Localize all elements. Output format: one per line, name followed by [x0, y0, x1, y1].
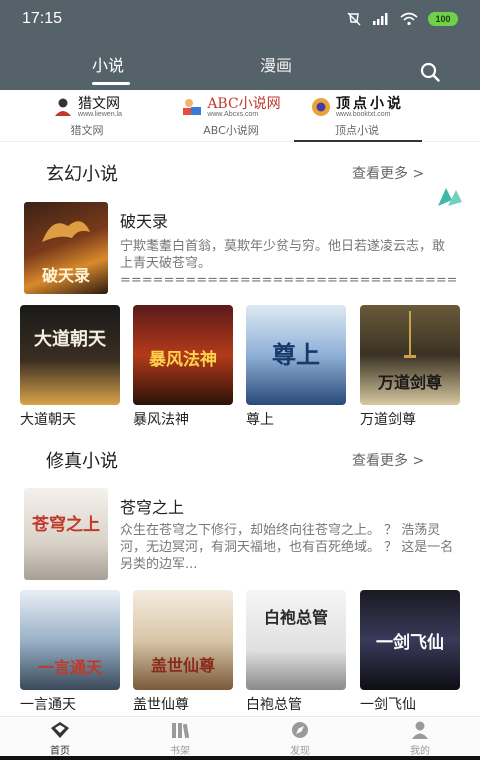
source-logo-abc: ABC小说网 www.Abcxs.com	[166, 94, 296, 120]
more-link-xiuzhen[interactable]: 查看更多 >	[352, 450, 424, 470]
source-label: 猎文网	[70, 124, 104, 137]
source-abc[interactable]: ABC小说网 www.Abcxs.com ABC小说网	[166, 94, 296, 140]
dingdian-logo-icon	[312, 98, 330, 116]
bookshelf-icon	[150, 719, 210, 741]
book-card[interactable]: 一言通天 一言通天	[20, 590, 120, 714]
featured-cover[interactable]: 苍穹之上	[24, 488, 108, 580]
search-icon[interactable]	[418, 60, 442, 84]
source-label: ABC小说网	[203, 124, 259, 137]
book-title: 盖世仙尊	[133, 697, 189, 713]
book-card[interactable]: 尊上 尊上	[246, 305, 346, 429]
mute-icon	[346, 11, 362, 27]
section-title-xiuzhen: 修真小说	[46, 451, 118, 472]
sword-icon	[404, 311, 416, 371]
nav-home[interactable]: 首页	[30, 719, 90, 757]
featured-cover[interactable]: 破天录	[24, 202, 108, 294]
book-card[interactable]: 一剑飞仙 一剑飞仙	[360, 590, 460, 714]
featured-description: 众生在苍穹之下修行，却始终向往苍穹之上。 ？ 浩荡灵河，无边冥河，有洞天福地，也…	[120, 523, 454, 572]
tab-comic[interactable]: 漫画	[260, 52, 292, 76]
book-cover: 盖世仙尊	[133, 590, 233, 690]
featured-title[interactable]: 破天录	[120, 208, 168, 232]
book-title: 尊上	[246, 412, 274, 428]
book-title: 暴风法神	[133, 412, 189, 428]
source-list: 猎文网 www.liewen.la 猎文网 ABC小说网 www.Abcxs.c…	[0, 90, 480, 206]
book-title: 一言通天	[20, 697, 76, 713]
book-card[interactable]: 盖世仙尊 盖世仙尊	[133, 590, 233, 714]
book-cover: 白袍总管	[246, 590, 346, 690]
book-title: 一剑飞仙	[360, 697, 416, 713]
source-logo-dingdian: 顶点小说 www.booktxt.com	[292, 94, 422, 120]
source-liewen[interactable]: 猎文网 www.liewen.la 猎文网	[22, 94, 152, 140]
source-label: 顶点小说	[335, 124, 379, 137]
nav-discover[interactable]: 发现	[270, 719, 330, 757]
book-card[interactable]: 白袍总管 白袍总管	[246, 590, 346, 714]
status-icons: 100	[346, 11, 458, 27]
book-card[interactable]: 万道剑尊 万道剑尊	[360, 305, 460, 429]
book-title: 白袍总管	[246, 697, 302, 713]
nav-me[interactable]: 我的	[390, 719, 450, 757]
book-cover: 暴风法神	[133, 305, 233, 405]
bottom-nav: 首页 书架 发现 我的	[0, 716, 480, 760]
wifi-icon	[400, 12, 418, 26]
book-cover: 大道朝天	[20, 305, 120, 405]
book-title: 大道朝天	[20, 412, 76, 428]
featured-title[interactable]: 苍穹之上	[120, 494, 184, 518]
status-bar: 17:15 100	[0, 0, 480, 40]
book-cover: 万道剑尊	[360, 305, 460, 405]
source-active-indicator	[294, 140, 422, 142]
book-cover: 一言通天	[20, 590, 120, 690]
compass-icon	[270, 719, 330, 741]
more-sources-icon[interactable]	[434, 184, 466, 210]
status-time: 17:15	[22, 10, 63, 27]
battery-icon: 100	[428, 12, 458, 26]
book-cover: 尊上	[246, 305, 346, 405]
book-card[interactable]: 大道朝天 大道朝天	[20, 305, 120, 429]
dragon-icon	[38, 212, 94, 256]
person-icon	[390, 719, 450, 741]
book-cover: 一剑飞仙	[360, 590, 460, 690]
tab-novel[interactable]: 小说	[92, 52, 124, 76]
more-link-xuanhuan[interactable]: 查看更多 >	[352, 163, 424, 183]
nav-bookshelf[interactable]: 书架	[150, 719, 210, 757]
child-reading-icon	[183, 99, 202, 115]
signal-icon	[372, 12, 390, 26]
book-card[interactable]: 暴风法神 暴风法神	[133, 305, 233, 429]
reader-mascot-icon	[55, 98, 72, 116]
book-title: 万道剑尊	[360, 412, 416, 428]
source-logo-liewen: 猎文网 www.liewen.la	[22, 94, 152, 120]
featured-description: 宁欺耄耋白首翁，莫欺年少贫与穷。他日若遂凌云志，敢上青天破苍穹。========…	[120, 239, 456, 288]
section-title-xuanhuan: 玄幻小说	[46, 164, 118, 185]
tab-active-indicator	[92, 82, 130, 85]
content-tabs: 小说 漫画	[0, 52, 480, 90]
source-dingdian[interactable]: 顶点小说 www.booktxt.com 顶点小说	[292, 94, 422, 140]
system-gesture-bar	[0, 756, 480, 760]
home-icon	[30, 719, 90, 741]
